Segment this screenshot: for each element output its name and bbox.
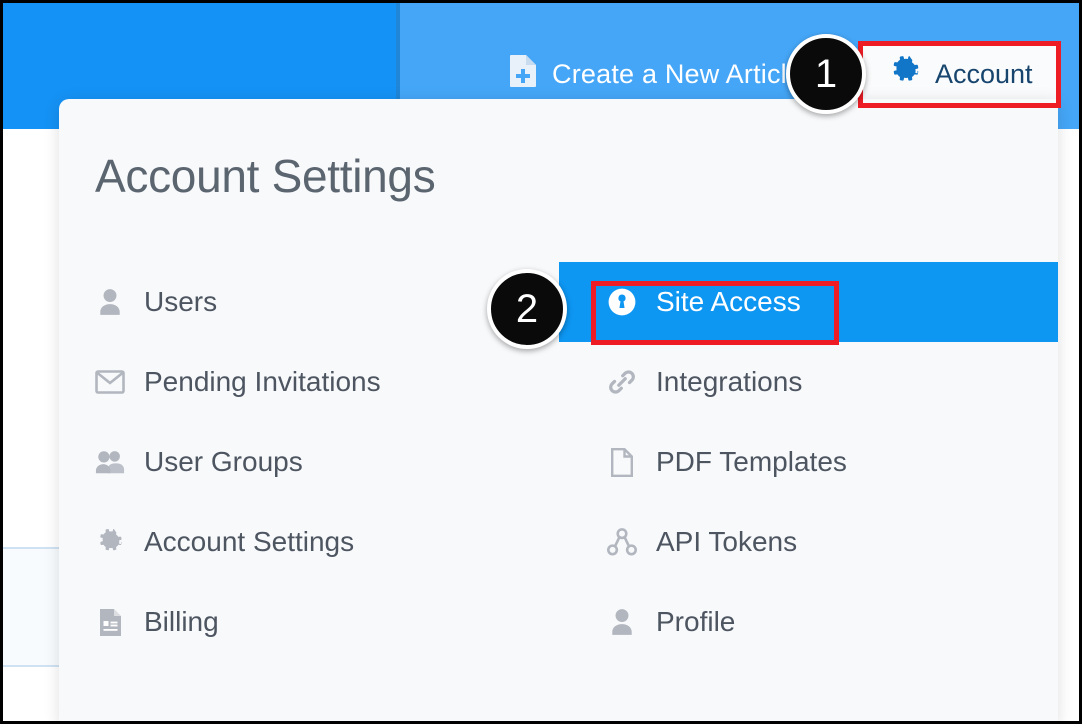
menu-column-left: Users Pending Invitations User Groups Ac… <box>59 262 559 662</box>
user-icon <box>607 607 637 637</box>
gear-icon <box>95 527 125 557</box>
menu-item-pending-invitations[interactable]: Pending Invitations <box>59 342 559 422</box>
lock-keyhole-icon <box>607 287 637 317</box>
gear-icon <box>891 55 921 93</box>
link-icon <box>607 367 637 397</box>
account-menu-label: Account <box>935 58 1033 89</box>
envelope-icon <box>95 367 125 397</box>
menu-item-api-tokens[interactable]: API Tokens <box>559 502 1058 582</box>
create-new-article-label: Create a New Article <box>552 58 803 89</box>
menu-item-label: Pending Invitations <box>144 366 381 397</box>
user-icon <box>95 287 125 317</box>
menu-item-label: API Tokens <box>656 526 798 557</box>
menu-item-label: Site Access <box>656 286 801 317</box>
menu-item-label: Profile <box>656 606 736 637</box>
step-badge-number: 2 <box>515 286 539 331</box>
menu-item-label: User Groups <box>144 446 303 477</box>
account-menu-button[interactable]: Account <box>858 44 1058 104</box>
menu-item-users[interactable]: Users <box>59 262 559 342</box>
menu-item-site-access[interactable]: Site Access <box>559 262 1058 342</box>
menu-item-pdf-templates[interactable]: PDF Templates <box>559 422 1058 502</box>
menu-item-label: Integrations <box>656 366 803 397</box>
file-icon <box>607 447 637 477</box>
menu-item-profile[interactable]: Profile <box>559 582 1058 662</box>
menu-column-right: Site Access Integrations PDF Templates A… <box>559 262 1058 662</box>
menu-item-user-groups[interactable]: User Groups <box>59 422 559 502</box>
menu-item-integrations[interactable]: Integrations <box>559 342 1058 422</box>
menu-item-billing[interactable]: Billing <box>59 582 559 662</box>
invoice-icon <box>95 607 125 637</box>
account-settings-dropdown-panel: Account Settings Users Pending Invitatio… <box>59 99 1058 721</box>
step-badge-1: 1 <box>786 34 866 114</box>
menu-item-label: PDF Templates <box>656 446 847 477</box>
page-title: Account Settings <box>95 150 436 202</box>
step-badge-2: 2 <box>487 269 567 349</box>
menu-item-label: Account Settings <box>144 526 355 557</box>
menu-item-label: Users <box>144 286 218 317</box>
menu-item-label: Billing <box>144 606 219 637</box>
create-new-article-button[interactable]: Create a New Article <box>508 51 802 97</box>
step-badge-number: 1 <box>814 51 838 96</box>
screenshot-frame: Create a New Article Account Account Set… <box>0 0 1082 724</box>
file-plus-icon <box>508 54 538 95</box>
menu-item-account-settings[interactable]: Account Settings <box>59 502 559 582</box>
users-group-icon <box>95 447 125 477</box>
sitemap-icon <box>607 527 637 557</box>
